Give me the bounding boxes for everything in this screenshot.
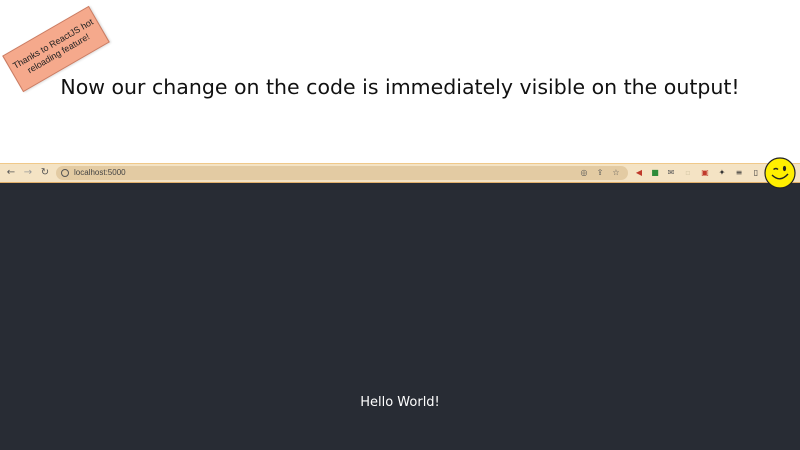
share-icon[interactable]: ⇪ <box>595 168 605 178</box>
extension-mail-icon[interactable]: ✉ <box>666 168 676 178</box>
google-lens-icon[interactable]: ◎ <box>579 168 589 178</box>
extension-folder-icon[interactable]: ■ <box>650 168 660 178</box>
winking-smiley-icon <box>764 157 796 189</box>
extension-red-icon[interactable]: ▣ <box>700 168 710 178</box>
bookmark-star-icon[interactable]: ☆ <box>611 168 621 178</box>
browser-toolbar: ← → ↻ localhost:5000 ◎ ⇪ ☆ ◀ ■ ✉ ▫ ▣ ✦ ≡… <box>0 163 800 183</box>
reload-button[interactable]: ↻ <box>39 167 51 179</box>
extension-megaphone-icon[interactable]: ◀ <box>634 168 644 178</box>
back-button[interactable]: ← <box>5 167 17 179</box>
url-text: localhost:5000 <box>74 168 126 177</box>
reading-list-icon[interactable]: ≡ <box>734 168 744 178</box>
slide-headline: Now our change on the code is immediatel… <box>60 75 740 99</box>
page-hello-text: Hello World! <box>360 395 440 410</box>
extension-blank-icon[interactable]: ▫ <box>683 168 693 178</box>
address-bar[interactable]: localhost:5000 ◎ ⇪ ☆ <box>56 166 628 180</box>
info-icon[interactable] <box>61 169 69 177</box>
arrow-right-icon: → <box>23 167 33 178</box>
side-panel-icon[interactable]: ▯ <box>751 168 761 178</box>
reload-icon: ↻ <box>40 167 50 178</box>
puzzle-icon[interactable]: ✦ <box>717 168 727 178</box>
arrow-left-icon: ← <box>6 167 16 178</box>
browser-window: ← → ↻ localhost:5000 ◎ ⇪ ☆ ◀ ■ ✉ ▫ ▣ ✦ ≡… <box>0 163 800 450</box>
forward-button[interactable]: → <box>22 167 34 179</box>
slide: Thanks to ReactJS hot reloading feature!… <box>0 0 800 450</box>
